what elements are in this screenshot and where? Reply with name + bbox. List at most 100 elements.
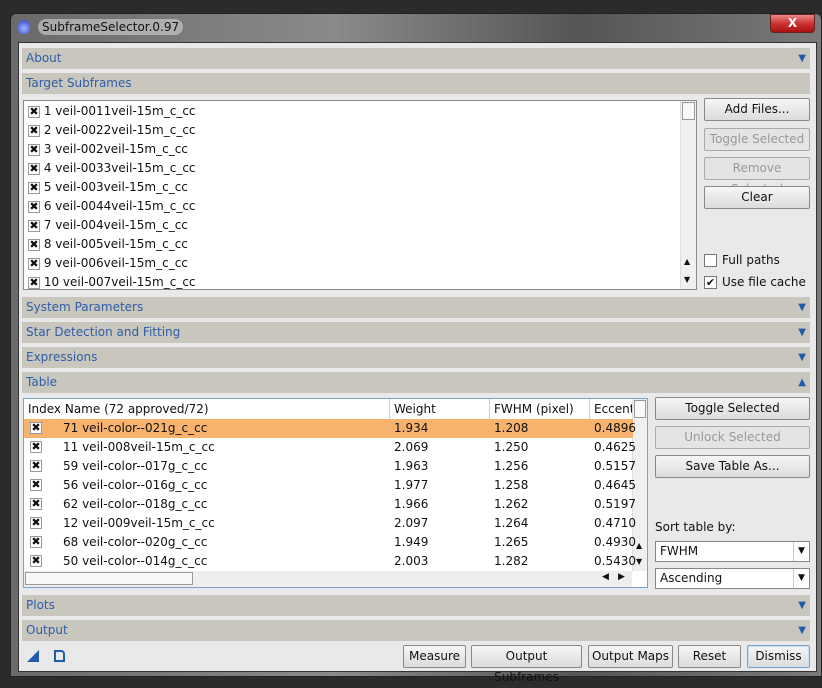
expand-icon[interactable]: ▼ [798, 620, 806, 641]
scroll-up-icon[interactable]: ▲ [636, 541, 642, 550]
checkbox-x-icon[interactable]: ✖ [28, 181, 40, 194]
full-paths-checkbox[interactable]: Full paths [704, 253, 780, 267]
expand-icon[interactable]: ▼ [798, 48, 806, 69]
checkbox-x-icon[interactable]: ✖ [30, 479, 42, 491]
expand-icon[interactable]: ▼ [798, 595, 806, 616]
file-list-item[interactable]: ✖ 1 veil-0011veil-15m_c_cc [28, 102, 196, 121]
table-row[interactable]: ✖ 56 veil-color--016g_c_cc 1.977 1.258 0.464… [24, 476, 636, 495]
column-header-weight[interactable]: Weight [390, 399, 490, 419]
output-maps-button[interactable]: Output Maps [588, 645, 673, 668]
checkbox-x-icon[interactable]: ✖ [30, 441, 42, 453]
scroll-thumb[interactable] [25, 572, 193, 585]
save-table-as-button[interactable]: Save Table As... [655, 455, 810, 478]
table-row[interactable]: ✖ 71 veil-color--021g_c_cc 1.934 1.208 0.489… [24, 419, 636, 438]
checkbox-x-icon[interactable]: ✖ [30, 555, 42, 567]
file-list-item[interactable]: ✖ 5 veil-003veil-15m_c_cc [28, 178, 188, 197]
checkbox-x-icon[interactable]: ✖ [28, 276, 40, 289]
checkbox-x-icon[interactable]: ✖ [28, 238, 40, 251]
output-subframes-button[interactable]: Output Subframes [471, 645, 582, 684]
section-plots[interactable]: Plots ▼ [22, 595, 810, 616]
section-expressions[interactable]: Expressions ▼ [22, 347, 810, 368]
column-header-eccentricity[interactable]: Eccentr [590, 399, 633, 419]
close-button[interactable]: X [770, 14, 815, 33]
table-row[interactable]: ✖ 62 veil-color--018g_c_cc 1.966 1.262 0.519… [24, 495, 636, 514]
scroll-up-icon[interactable]: ▲ [684, 257, 690, 266]
dismiss-button[interactable]: Dismiss [747, 645, 810, 668]
cell-eccentricity: 0.4896 [594, 421, 636, 435]
checkbox-x-icon[interactable]: ✖ [30, 536, 42, 548]
section-label: Output [26, 623, 68, 637]
section-output[interactable]: Output ▼ [22, 620, 810, 641]
file-list-item[interactable]: ✖ 8 veil-005veil-15m_c_cc [28, 235, 188, 254]
target-file-list[interactable]: ▲ ▼ ✖ 1 veil-0011veil-15m_c_cc ✖ 2 veil-0… [23, 100, 697, 290]
checkbox-x-icon[interactable]: ✖ [28, 124, 40, 137]
checkmark-icon[interactable]: ✔ [704, 275, 717, 289]
file-list-item[interactable]: ✖ 4 veil-0033veil-15m_c_cc [28, 159, 196, 178]
checkbox-x-icon[interactable]: ✖ [30, 460, 42, 472]
checkbox-x-icon[interactable]: ✖ [28, 200, 40, 213]
chevron-down-icon[interactable]: ▼ [793, 569, 809, 588]
reset-button[interactable]: Reset [678, 645, 741, 668]
unlock-selected-button[interactable]: Unlock Selected [655, 426, 810, 449]
expand-icon[interactable]: ▼ [798, 347, 806, 368]
section-target-subframes[interactable]: Target Subframes [22, 73, 810, 94]
toggle-selected-button[interactable]: Toggle Selected [655, 397, 810, 420]
file-list-scrollbar[interactable]: ▲ ▼ [680, 101, 696, 289]
scroll-left-icon[interactable]: ◀ [602, 572, 609, 582]
scroll-down-icon[interactable]: ▼ [684, 275, 690, 284]
file-list-item[interactable]: ✖ 7 veil-004veil-15m_c_cc [28, 216, 188, 235]
checkbox-x-icon[interactable]: ✖ [28, 162, 40, 175]
checkbox-x-icon[interactable]: ✖ [28, 257, 40, 270]
file-name: 9 veil-006veil-15m_c_cc [43, 256, 188, 270]
file-list-item[interactable]: ✖ 10 veil-007veil-15m_c_cc [28, 273, 196, 292]
remove-selected-button[interactable]: Remove Selected [704, 157, 810, 196]
section-star-detection[interactable]: Star Detection and Fitting ▼ [22, 322, 810, 343]
measure-button[interactable]: Measure [403, 645, 466, 668]
scroll-right-icon[interactable]: ▶ [618, 572, 625, 582]
expand-icon[interactable]: ▼ [798, 322, 806, 343]
section-system-parameters[interactable]: System Parameters ▼ [22, 297, 810, 318]
scroll-down-icon[interactable]: ▼ [636, 557, 642, 566]
toggle-selected-files-button[interactable]: Toggle Selected [704, 128, 810, 151]
column-header-fwhm[interactable]: FWHM (pixel) [490, 399, 590, 419]
checkbox-x-icon[interactable]: ✖ [28, 143, 40, 156]
cell-name: 56 veil-color--016g_c_cc [63, 478, 208, 492]
clear-button[interactable]: Clear [704, 186, 810, 209]
section-label: Plots [26, 598, 55, 612]
scroll-thumb[interactable] [682, 102, 695, 120]
checkbox-x-icon[interactable]: ✖ [28, 105, 40, 118]
scroll-thumb[interactable] [634, 400, 646, 418]
table-row[interactable]: ✖ 68 veil-color--020g_c_cc 1.949 1.265 0.493… [24, 533, 636, 552]
cell-weight: 2.003 [394, 554, 429, 568]
table-row[interactable]: ✖ 12 veil-009veil-15m_c_cc 2.097 1.264 0.471… [24, 514, 636, 533]
table-row[interactable]: ✖ 11 veil-008veil-15m_c_cc 2.069 1.250 0.462… [24, 438, 636, 457]
checkbox-x-icon[interactable]: ✖ [30, 498, 42, 510]
chevron-down-icon[interactable]: ▼ [793, 542, 809, 561]
file-name: 5 veil-003veil-15m_c_cc [43, 180, 188, 194]
expand-icon[interactable]: ▼ [798, 297, 806, 318]
checkbox-x-icon[interactable]: ✖ [30, 422, 42, 434]
file-list-item[interactable]: ✖ 3 veil-002veil-15m_c_cc [28, 140, 188, 159]
file-list-item[interactable]: ✖ 2 veil-0022veil-15m_c_cc [28, 121, 196, 140]
sort-by-select[interactable]: FWHM ▼ [655, 541, 810, 562]
column-header-name[interactable]: Index Name (72 approved/72) [24, 399, 390, 419]
section-about[interactable]: About ▼ [22, 48, 810, 69]
table-horizontal-scrollbar[interactable]: ◀ ▶ [24, 571, 632, 587]
collapse-icon[interactable]: ▲ [798, 372, 806, 393]
file-name: 7 veil-004veil-15m_c_cc [43, 218, 188, 232]
table-row[interactable]: ✖ 50 veil-color--014g_c_cc 2.003 1.282 0.543… [24, 552, 636, 571]
checkbox-x-icon[interactable]: ✖ [28, 219, 40, 232]
file-list-item[interactable]: ✖ 9 veil-006veil-15m_c_cc [28, 254, 188, 273]
view-info-icon[interactable] [54, 650, 65, 662]
checkbox-x-icon[interactable]: ✖ [30, 517, 42, 529]
file-name: 4 veil-0033veil-15m_c_cc [43, 161, 196, 175]
sort-order-select[interactable]: Ascending ▼ [655, 568, 810, 589]
use-file-cache-checkbox[interactable]: ✔ Use file cache [704, 275, 806, 289]
section-table[interactable]: Table ▲ [22, 372, 810, 393]
file-list-item[interactable]: ✖ 6 veil-0044veil-15m_c_cc [28, 197, 196, 216]
checkbox-box[interactable] [704, 253, 717, 267]
results-table[interactable]: Index Name (72 approved/72) Weight FWHM … [23, 398, 648, 588]
add-files-button[interactable]: Add Files... [704, 98, 810, 121]
table-row[interactable]: ✖ 59 veil-color--017g_c_cc 1.963 1.256 0.515… [24, 457, 636, 476]
new-instance-icon[interactable] [27, 650, 39, 662]
